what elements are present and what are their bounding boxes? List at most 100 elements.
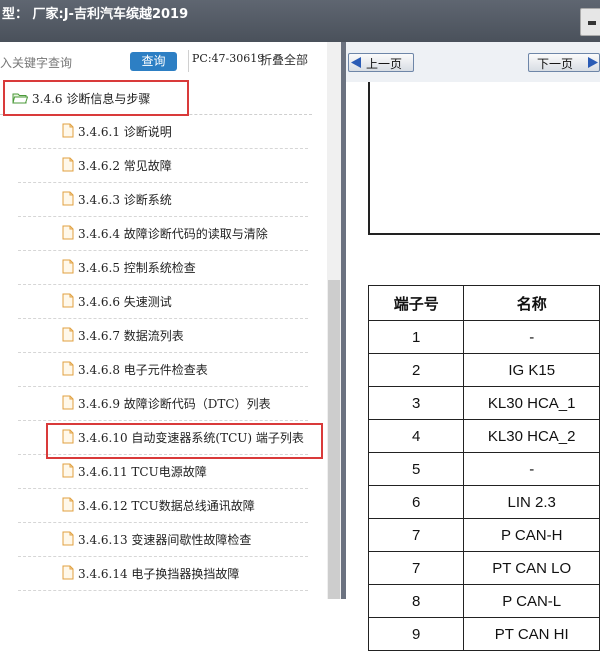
- pin-name-cell: KL30 HCA_1: [463, 386, 600, 420]
- tree-item-label: 3.4.6.10 自动变速器系统(TCU) 端子列表: [78, 431, 304, 445]
- title-bar: 型： 厂家:J-吉利汽车缤越2019: [0, 0, 600, 42]
- pin-name-cell: P CAN-L: [463, 584, 600, 618]
- document-icon: [62, 497, 74, 512]
- tree-item-label: 3.4.6.8 电子元件检查表: [78, 363, 208, 377]
- tree-item-label: 3.4.6.11 TCU电源故障: [78, 465, 207, 479]
- tree-item[interactable]: 3.4.6.10 自动变速器系统(TCU) 端子列表: [18, 420, 308, 455]
- tree-item-label: 3.4.6.1 诊断说明: [78, 125, 172, 139]
- document-page: 端子号 名称 1-2 IG K15 3 KL30 HCA_1 4 KL30 HCA_2 5-…: [346, 82, 600, 651]
- pin-number-cell: 9: [367, 617, 465, 651]
- table-row: 3 KL30 HCA_1: [367, 386, 600, 420]
- tree-item[interactable]: 3.4.6.8 电子元件检查表: [18, 352, 308, 387]
- tree-item[interactable]: 3.4.6.9 故障诊断代码（DTC）列表: [18, 386, 308, 421]
- search-row: 查询 PC:47-30619 折叠全部: [0, 42, 341, 80]
- folder-open-icon: [12, 93, 28, 104]
- tree-item-label: 3.4.6.13 变速器间歇性故障检查: [78, 533, 252, 547]
- table-row: 2 IG K15: [367, 353, 600, 387]
- pc-code-label: PC:47-30619: [192, 52, 265, 65]
- pin-name-cell: -: [463, 320, 600, 354]
- header-pin-name: 名称: [463, 285, 600, 321]
- search-input[interactable]: [0, 53, 122, 73]
- table-row: 7P CAN-H: [367, 518, 600, 552]
- pin-number-cell: 1: [367, 320, 465, 354]
- pin-number-cell: 6: [367, 485, 465, 519]
- tree-item[interactable]: 3.4.6.1 诊断说明: [18, 114, 308, 149]
- pin-number-cell: 2: [367, 353, 465, 387]
- document-icon: [62, 293, 74, 308]
- tree-item[interactable]: 3.4.6.6 失速测试: [18, 284, 308, 319]
- document-icon: [62, 565, 74, 580]
- pin-number-cell: 3: [367, 386, 465, 420]
- document-icon: [62, 259, 74, 274]
- tree-item[interactable]: 3.4.6.5 控制系统检查: [18, 250, 308, 285]
- header-pin-number: 端子号: [367, 285, 465, 321]
- table-row: 1-: [367, 320, 600, 354]
- minimize-button[interactable]: [580, 8, 600, 36]
- tree-item[interactable]: 3.4.6.3 诊断系统: [18, 182, 308, 217]
- tree-item[interactable]: 3.4.6.13 变速器间歇性故障检查: [18, 522, 308, 557]
- document-icon: [62, 191, 74, 206]
- tree-item-label: 3.4.6.3 诊断系统: [78, 193, 172, 207]
- toolbar-divider: [188, 50, 189, 72]
- pin-name-cell: PT CAN LO: [463, 551, 600, 585]
- diagram-frame: [368, 82, 600, 235]
- tree-item[interactable]: 3.4.6.11 TCU电源故障: [18, 454, 308, 489]
- document-icon: [62, 531, 74, 546]
- window-title: 型： 厂家:J-吉利汽车缤越2019: [2, 7, 189, 22]
- tree-item-label: 3.4.6.9 故障诊断代码（DTC）列表: [78, 397, 271, 411]
- document-icon: [62, 327, 74, 342]
- document-icon: [62, 157, 74, 172]
- tree-item[interactable]: 3.4.6.2 常见故障: [18, 148, 308, 183]
- pin-number-cell: 8: [367, 584, 465, 618]
- tree-item[interactable]: 3.4.6.14 电子换挡器换挡故障: [18, 556, 308, 591]
- pin-table-header: 端子号 名称: [367, 285, 600, 321]
- scrollbar-thumb[interactable]: [328, 280, 340, 599]
- pin-number-cell: 4: [367, 419, 465, 453]
- prev-page-button[interactable]: 上一页: [348, 53, 414, 72]
- tree-item-label: 3.4.6.7 数据流列表: [78, 329, 184, 343]
- tree-item-label: 3.4.6.12 TCU数据总线通讯故障: [78, 499, 255, 513]
- pin-name-cell: -: [463, 452, 600, 486]
- document-icon: [62, 429, 74, 444]
- document-icon: [62, 123, 74, 138]
- pin-name-cell: KL30 HCA_2: [463, 419, 600, 453]
- query-button[interactable]: 查询: [130, 52, 177, 71]
- tree-item-label: 3.4.6.6 失速测试: [78, 295, 172, 309]
- tree-item[interactable]: 3.4.6.12 TCU数据总线通讯故障: [18, 488, 308, 523]
- table-row: 7 PT CAN LO: [367, 551, 600, 585]
- pin-name-cell: P CAN-H: [463, 518, 600, 552]
- document-icon: [62, 463, 74, 478]
- tree-node-3-4-6[interactable]: 3.4.6 诊断信息与步骤: [0, 80, 312, 115]
- arrow-left-icon: [351, 57, 361, 68]
- table-row: 4 KL30 HCA_2: [367, 419, 600, 453]
- pin-name-cell: IG K15: [463, 353, 600, 387]
- prev-page-label: 上一页: [366, 57, 403, 71]
- arrow-right-icon: [588, 57, 598, 68]
- table-row: 8P CAN-L: [367, 584, 600, 618]
- page-nav-bar: 上一页 下一页: [346, 42, 600, 82]
- document-panel: 上一页 下一页 端子号 名称 1-2 IG K15 3 KL30 HCA_1 4 KL30…: [346, 42, 600, 651]
- pin-name-cell: LIN 2.3: [463, 485, 600, 519]
- document-icon: [62, 395, 74, 410]
- pin-number-cell: 7: [367, 551, 465, 585]
- tree-item-label: 3.4.6.5 控制系统检查: [78, 261, 196, 275]
- table-row: 6 LIN 2.3: [367, 485, 600, 519]
- tree-item[interactable]: 3.4.6.4 故障诊断代码的读取与清除: [18, 216, 308, 251]
- document-icon: [62, 225, 74, 240]
- pin-number-cell: 5: [367, 452, 465, 486]
- next-page-label: 下一页: [537, 57, 574, 71]
- tree-item-label: 3.4.6.14 电子换挡器换挡故障: [78, 567, 240, 581]
- next-page-button[interactable]: 下一页: [528, 53, 600, 72]
- pin-number-cell: 7: [367, 518, 465, 552]
- pin-table: 端子号 名称 1-2 IG K15 3 KL30 HCA_1 4 KL30 HCA_2 5-…: [367, 285, 600, 651]
- left-panel: 查询 PC:47-30619 折叠全部 3.4.6 诊断信息与步骤 3.4.6.…: [0, 42, 341, 599]
- collapse-all-link[interactable]: 折叠全部: [260, 51, 308, 68]
- tree-item[interactable]: 3.4.6.7 数据流列表: [18, 318, 308, 353]
- tree-item-label: 3.4.6.2 常见故障: [78, 159, 172, 173]
- table-row: 5-: [367, 452, 600, 486]
- document-icon: [62, 361, 74, 376]
- tree-item-label: 3.4.6.4 故障诊断代码的读取与清除: [78, 227, 268, 241]
- table-row: 9 PT CAN HI: [367, 617, 600, 651]
- tree-node-label: 3.4.6 诊断信息与步骤: [32, 92, 151, 106]
- pin-name-cell: PT CAN HI: [463, 617, 600, 651]
